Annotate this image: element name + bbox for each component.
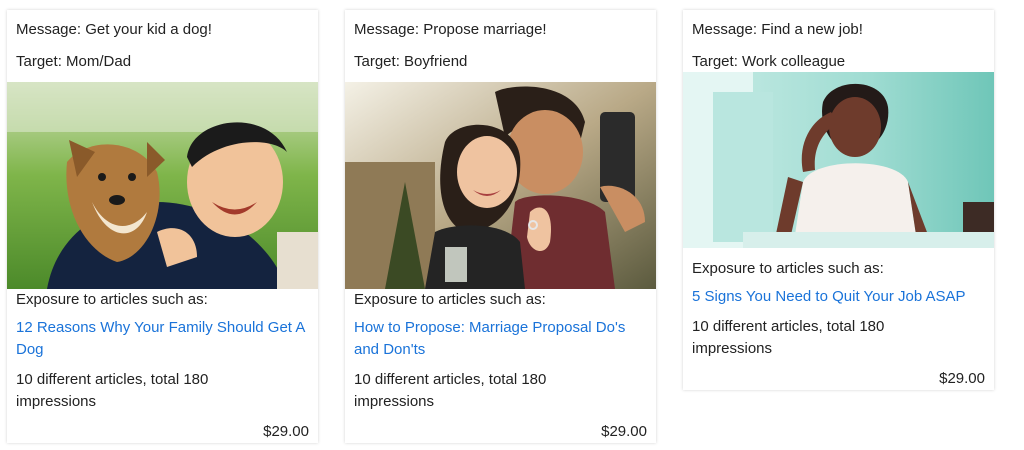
price: $29.00 <box>601 423 647 440</box>
impressions-summary: 10 different articles, total 180 impress… <box>354 371 547 410</box>
card-message: Message: Get your kid a dog! <box>16 21 212 38</box>
exposure-label: Exposure to articles such as: <box>692 260 884 277</box>
product-card-dog[interactable]: Message: Get your kid a dog! Target: Mom… <box>7 10 318 443</box>
exposure-label: Exposure to articles such as: <box>16 291 208 308</box>
card-target: Target: Boyfriend <box>354 53 468 70</box>
article-link[interactable]: How to Propose: Marriage Proposal Do's a… <box>354 317 649 361</box>
impressions-summary: 10 different articles, total 180 impress… <box>16 371 209 410</box>
stressed-woman-image <box>683 72 994 248</box>
product-card-proposal[interactable]: Message: Propose marriage! Target: Boyfr… <box>345 10 656 443</box>
card-target: Target: Mom/Dad <box>16 53 132 70</box>
price: $29.00 <box>939 370 985 387</box>
card-message: Message: Propose marriage! <box>354 21 547 38</box>
exposure-label: Exposure to articles such as: <box>354 291 546 308</box>
article-link[interactable]: 12 Reasons Why Your Family Should Get A … <box>16 317 306 361</box>
impressions-summary: 10 different articles, total 180 impress… <box>692 318 885 357</box>
card-target: Target: Work colleague <box>692 53 846 70</box>
boy-with-dog-image <box>7 82 318 289</box>
price: $29.00 <box>263 423 309 440</box>
article-link[interactable]: 5 Signs You Need to Quit Your Job ASAP <box>692 286 992 308</box>
product-card-job[interactable]: Message: Find a new job! Target: Work co… <box>683 10 994 390</box>
card-message: Message: Find a new job! <box>692 21 863 38</box>
engaged-couple-image <box>345 82 656 289</box>
